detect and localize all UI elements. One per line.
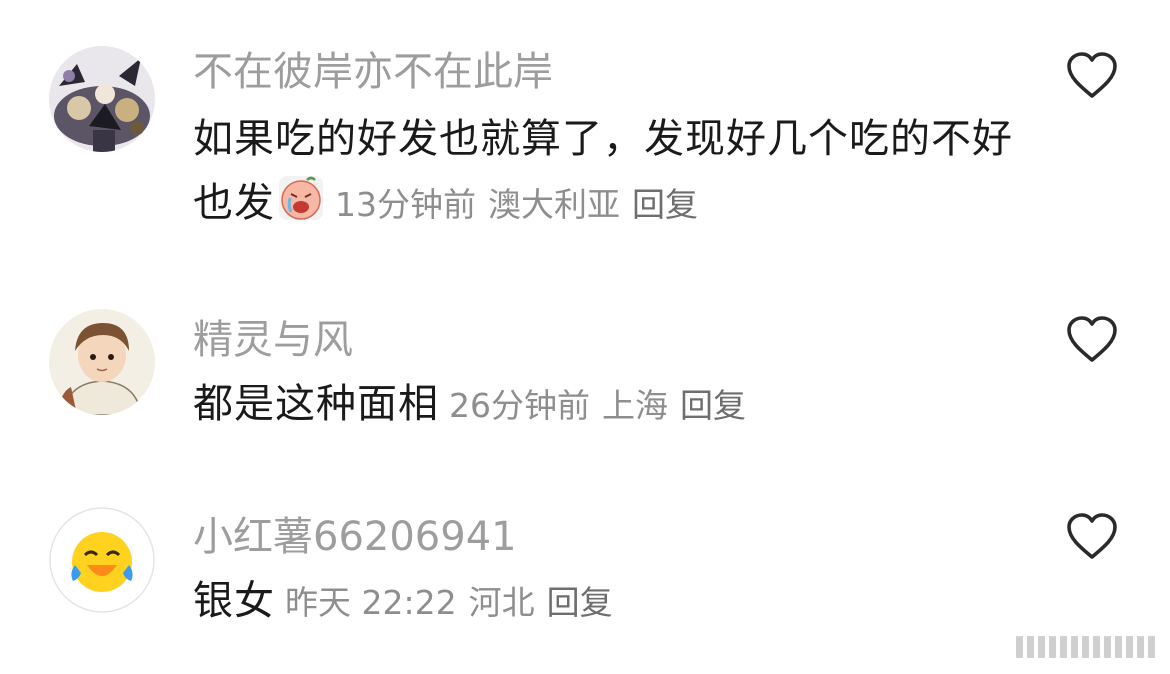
reply-button[interactable]: 回复 (547, 583, 613, 622)
anime-group-avatar-icon (49, 46, 155, 152)
comment-body: 银女 昨天 22:22 河北 回复 (193, 569, 1023, 635)
comment-location: 澳大利亚 (488, 185, 620, 224)
like-button[interactable] (1066, 316, 1118, 364)
crying-face-emoji-icon (279, 176, 323, 220)
comment-body: 如果吃的好发也就算了，发现好几个吃的不好也发 13分钟前 澳大利亚 回复 (193, 107, 1023, 237)
like-button[interactable] (1066, 52, 1118, 100)
heart-outline-icon (1067, 52, 1117, 98)
cartoon-girl-avatar-icon (49, 309, 155, 415)
comment-meta: 昨天 22:22 河北 回复 (285, 583, 625, 622)
comment-location: 河北 (468, 583, 535, 622)
comment-meta: 26分钟前 上海 回复 (449, 386, 758, 425)
heart-outline-icon (1067, 316, 1117, 362)
user-avatar[interactable] (49, 46, 155, 152)
user-avatar[interactable] (49, 507, 155, 613)
comment-time: 昨天 22:22 (285, 583, 457, 622)
user-avatar[interactable] (49, 309, 155, 415)
comment-meta: 13分钟前 澳大利亚 回复 (335, 185, 710, 224)
heart-outline-icon (1067, 513, 1117, 559)
comment-list: 不在彼岸亦不在此岸 如果吃的好发也就算了，发现好几个吃的不好也发 13分钟前 澳大… (0, 0, 1170, 674)
reply-button[interactable]: 回复 (632, 185, 698, 224)
comment-location: 上海 (602, 386, 668, 425)
username[interactable]: 精灵与风 (193, 316, 353, 364)
comment-text: 都是这种面相 (193, 381, 439, 427)
comment-time: 13分钟前 (335, 185, 476, 224)
comment-body: 都是这种面相 26分钟前 上海 回复 (193, 372, 1023, 438)
watermark-icon (1016, 636, 1155, 660)
username[interactable]: 不在彼岸亦不在此岸 (193, 48, 553, 96)
comment-text: 银女 (193, 578, 275, 624)
reply-button[interactable]: 回复 (680, 386, 746, 425)
comment-time: 26分钟前 (449, 386, 590, 425)
like-button[interactable] (1066, 513, 1118, 561)
laughing-emoji-avatar-icon (49, 507, 155, 613)
username[interactable]: 小红薯66206941 (193, 513, 517, 561)
